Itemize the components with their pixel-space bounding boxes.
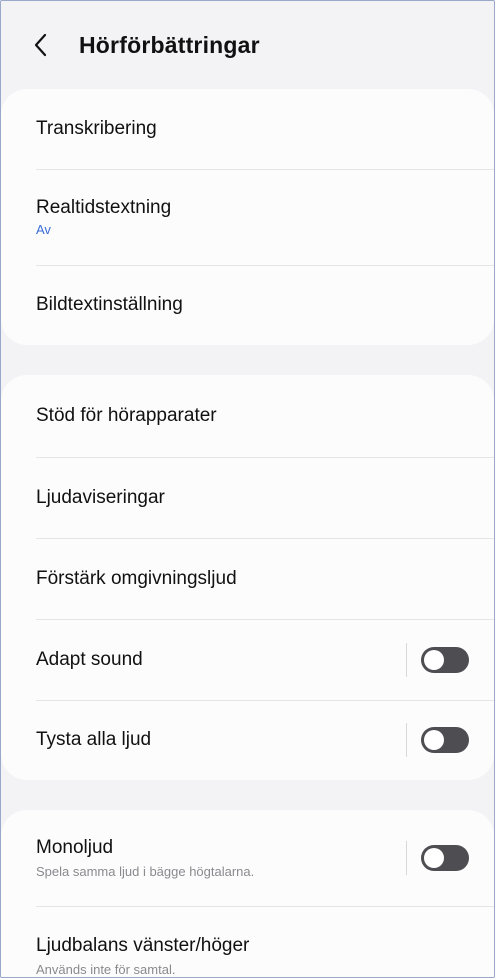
setting-bildtextinstallning[interactable]: Bildtextinställning	[1, 265, 494, 345]
setting-label: Förstärk omgivningsljud	[36, 567, 237, 589]
settings-screen: Hörförbättringar Transkribering Realtids…	[0, 0, 495, 978]
setting-description: Spela samma ljud i bägge högtalarna.	[36, 864, 255, 879]
setting-ljudaviseringar[interactable]: Ljudaviseringar	[1, 457, 494, 538]
mono-audio-toggle[interactable]	[421, 845, 469, 871]
back-button[interactable]	[29, 33, 51, 57]
setting-adapt-sound[interactable]: Adapt sound	[1, 619, 494, 700]
setting-label: Tysta alla ljud	[36, 729, 152, 750]
setting-label: Ljudbalans vänster/höger	[36, 935, 250, 956]
divider	[406, 841, 407, 875]
setting-label: Transkribering	[36, 118, 157, 139]
setting-tysta-alla-ljud[interactable]: Tysta alla ljud	[1, 700, 494, 780]
setting-realtidstextning[interactable]: Realtidstextning Av	[1, 169, 494, 265]
setting-status: Av	[36, 222, 51, 237]
app-bar: Hörförbättringar	[1, 1, 494, 89]
setting-ljudbalans[interactable]: Ljudbalans vänster/höger Används inte fö…	[1, 906, 494, 977]
setting-stod-for-horapparater[interactable]: Stöd för hörapparater	[1, 375, 494, 457]
toggle-knob	[424, 848, 444, 868]
setting-monoljud[interactable]: Monoljud Spela samma ljud i bägge högtal…	[1, 810, 494, 906]
page-title: Hörförbättringar	[79, 31, 260, 58]
toggle-knob	[424, 730, 444, 750]
settings-group-hearing: Stöd för hörapparater Ljudaviseringar Fö…	[1, 375, 494, 780]
settings-group-audio: Monoljud Spela samma ljud i bägge högtal…	[1, 810, 494, 977]
setting-label: Bildtextinställning	[36, 294, 183, 315]
chevron-left-icon	[34, 33, 47, 57]
setting-transkribering[interactable]: Transkribering	[1, 89, 494, 169]
setting-forstark-omgivningsljud[interactable]: Förstärk omgivningsljud	[1, 538, 494, 619]
divider	[406, 723, 407, 757]
setting-label: Realtidstextning	[36, 197, 172, 218]
setting-label: Stöd för hörapparater	[36, 405, 217, 426]
setting-label: Monoljud	[36, 837, 114, 858]
divider	[406, 642, 407, 677]
setting-description: Används inte för samtal.	[36, 962, 176, 977]
setting-label: Ljudaviseringar	[36, 486, 165, 508]
mute-all-toggle[interactable]	[421, 727, 469, 753]
setting-label: Adapt sound	[36, 648, 143, 670]
adapt-sound-toggle[interactable]	[421, 646, 469, 673]
toggle-knob	[424, 649, 444, 670]
settings-group-captions: Transkribering Realtidstextning Av Bildt…	[1, 89, 494, 345]
